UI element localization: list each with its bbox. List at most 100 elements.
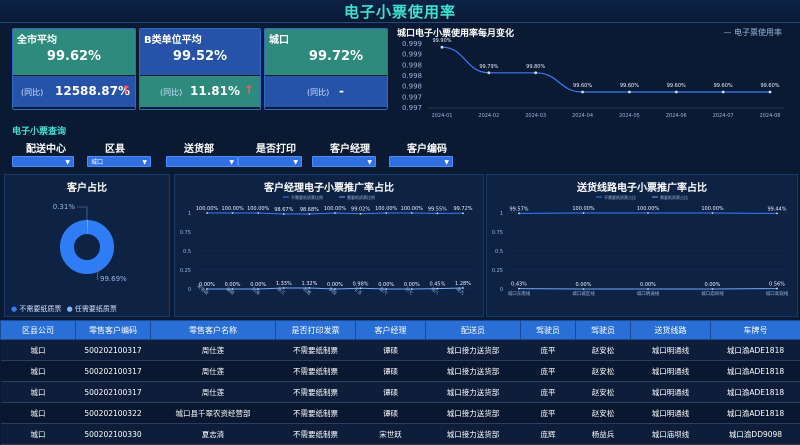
data-point[interactable]	[309, 213, 311, 215]
x-tick-label: 城口庙坝线	[701, 290, 724, 297]
table-row[interactable]: 城口500202100317周仕莲不需要纸制票谭硕城口接力送货部庞平赵安松城口明…	[1, 361, 800, 382]
data-label: 0.00%	[705, 282, 721, 288]
table-header-cell[interactable]: 送货线路	[631, 321, 711, 340]
data-label: 99.80%	[526, 64, 545, 70]
data-label: 99.02%	[351, 207, 370, 213]
table-header-cell[interactable]: 区县公司	[1, 321, 76, 340]
table-header-cell[interactable]: 客户经理	[356, 321, 426, 340]
data-point[interactable]	[441, 46, 444, 49]
table-cell: 庞平	[521, 403, 576, 424]
data-point[interactable]	[360, 287, 362, 289]
data-point[interactable]	[257, 212, 259, 214]
table-row[interactable]: 城口500202100330夏志清不需要纸制票宋世跃城口接力送货部庞辉杨益兵城口…	[1, 424, 800, 445]
legend-label: 任需要纸质票	[75, 305, 117, 313]
data-label: 99.55%	[428, 206, 447, 212]
table-cell: 谭硕	[356, 361, 426, 382]
table-header-cell[interactable]: 零售客户名称	[151, 321, 276, 340]
chart-legend: — 电子票使用率	[723, 27, 782, 38]
y-tick-label: 0.5	[495, 249, 503, 255]
table-cell: 不需要纸制票	[276, 361, 356, 382]
data-point[interactable]	[776, 288, 778, 290]
manager-rate-panel: 客户经理电子小票推广率占比 不需要纸质票比例需要纸质票比例10.750.50.2…	[174, 174, 484, 317]
data-label: 99.44%	[767, 206, 786, 212]
data-label: 99.60%	[760, 83, 779, 89]
table-cell: 城口明通线	[631, 361, 711, 382]
data-point[interactable]	[385, 212, 387, 214]
table-cell: 不需要纸制票	[276, 340, 356, 361]
data-point[interactable]	[334, 212, 336, 214]
kpi-label: 城口	[269, 31, 289, 46]
data-label: 100.00%	[324, 206, 346, 212]
table-header-cell[interactable]: 是否打印发票	[276, 321, 356, 340]
data-point[interactable]	[206, 212, 208, 214]
data-point[interactable]	[776, 213, 778, 215]
table-cell: 谭硕	[356, 382, 426, 403]
filter-select[interactable]: ▼	[238, 156, 302, 167]
table-cell: 500202100317	[76, 382, 151, 403]
table-cell: 城口渝ADE1818	[711, 382, 800, 403]
data-point[interactable]	[769, 91, 772, 94]
data-point[interactable]	[462, 287, 464, 289]
filter-select[interactable]: ▼	[12, 156, 74, 167]
chart-legend: 不需要纸质票占比需要纸质票占比	[596, 194, 688, 200]
data-label: 98.67%	[274, 207, 293, 213]
data-point[interactable]	[462, 212, 464, 214]
route-rate-plot: 不需要纸质票占比需要纸质票占比10.750.50.25099.57%0.43%城…	[487, 193, 797, 315]
data-point[interactable]	[712, 212, 714, 214]
kpi-yoy-value: 11.81%	[190, 84, 240, 98]
table-row[interactable]: 城口500202100317周仕莲不需要纸制票谭硕城口接力送货部庞平赵安松城口明…	[1, 382, 800, 403]
data-point[interactable]	[581, 91, 584, 94]
data-point[interactable]	[309, 287, 311, 289]
legend-label: 不需要纸质票	[19, 305, 61, 313]
kpi-card-chengkou: 城口 99.72% (同比) -	[264, 28, 388, 110]
table-cell: 城口明通线	[631, 382, 711, 403]
table-cell: 城口明通线	[631, 340, 711, 361]
data-label: 100.00%	[196, 206, 218, 212]
data-point[interactable]	[360, 213, 362, 215]
table-cell: 庞平	[521, 340, 576, 361]
data-point[interactable]	[437, 212, 439, 214]
data-point[interactable]	[675, 91, 678, 94]
data-point[interactable]	[411, 212, 413, 214]
table-cell: 赵安松	[576, 361, 631, 382]
table-row[interactable]: 城口500202100322城口县千翠农资经营部不需要纸制票谭硕城口接力送货部庞…	[1, 403, 800, 424]
filter-value: 城口	[91, 159, 103, 166]
filter-select[interactable]: ▼	[389, 156, 453, 167]
data-point[interactable]	[283, 287, 285, 289]
data-point[interactable]	[232, 212, 234, 214]
filter-select[interactable]: ▼	[312, 156, 376, 167]
data-point[interactable]	[647, 288, 649, 290]
data-point[interactable]	[628, 91, 631, 94]
data-point[interactable]	[283, 213, 285, 215]
y-tick-label: 0.5	[183, 249, 191, 255]
table-header-cell[interactable]: 驾驶员	[576, 321, 631, 340]
x-tick-label: 2024-06	[666, 113, 687, 119]
data-point[interactable]	[583, 288, 585, 290]
data-point[interactable]	[583, 212, 585, 214]
legend-label: 不需要纸质票占比	[604, 194, 636, 200]
data-point[interactable]	[518, 288, 520, 290]
filter-label: 是否打印	[256, 140, 296, 155]
table-cell: 城口渝ADE1818	[711, 361, 800, 382]
table-cell: 赵安松	[576, 403, 631, 424]
data-point[interactable]	[518, 212, 520, 214]
filter-select[interactable]: 城口▼	[87, 156, 151, 167]
data-label: 99.90%	[432, 38, 451, 44]
data-point[interactable]	[712, 288, 714, 290]
table-header-cell[interactable]: 零售客户编码	[76, 321, 151, 340]
table-header-cell[interactable]: 配送员	[426, 321, 521, 340]
table-cell: 夏志清	[151, 424, 276, 445]
data-point[interactable]	[647, 212, 649, 214]
y-tick-label: 0.998	[402, 83, 422, 91]
table-header-cell[interactable]: 车牌号	[711, 321, 800, 340]
table-row[interactable]: 城口500202100317周仕莲不需要纸制票谭硕城口接力送货部庞平赵安松城口明…	[1, 340, 800, 361]
data-point[interactable]	[487, 71, 490, 74]
data-point[interactable]	[534, 71, 537, 74]
data-label: 100.00%	[637, 206, 659, 212]
table-cell: 城口	[1, 382, 76, 403]
filter-select[interactable]: ▼	[166, 156, 238, 167]
table-header-cell[interactable]: 驾驶员	[521, 321, 576, 340]
data-point[interactable]	[722, 91, 725, 94]
y-tick-label: 0.998	[402, 61, 422, 69]
kpi-card-city-average: 全市平均 99.62% (同比) 12588.87% ↑	[12, 28, 136, 110]
